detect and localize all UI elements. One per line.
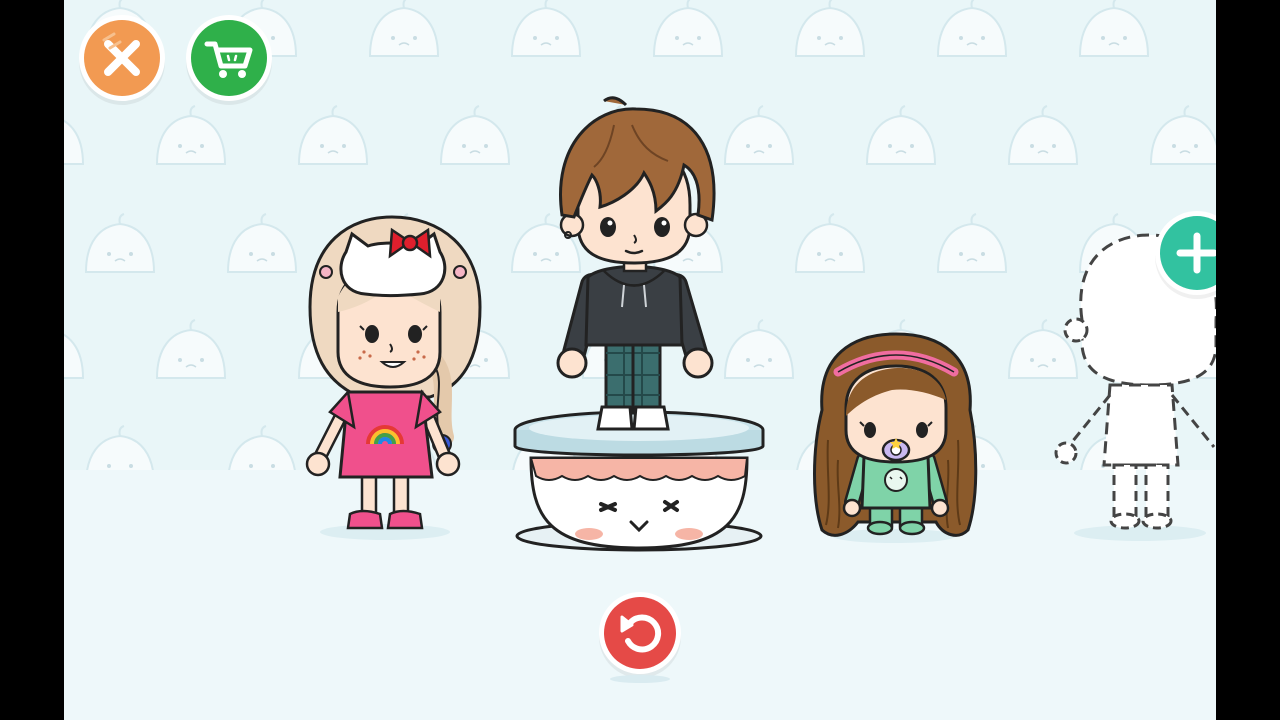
shop-button[interactable] — [191, 20, 267, 96]
toddler-character[interactable] — [808, 330, 988, 545]
add-character-button[interactable] — [1160, 216, 1216, 290]
close-icon — [102, 32, 140, 76]
plus-icon — [1176, 232, 1216, 274]
girl-character[interactable] — [300, 212, 490, 542]
close-button[interactable] — [84, 20, 160, 96]
shopping-cart-icon — [204, 41, 253, 78]
undo-icon — [620, 614, 662, 653]
game-stage — [64, 0, 1216, 720]
boy-character[interactable] — [544, 95, 734, 435]
undo-button-shadow — [610, 675, 670, 683]
undo-button[interactable] — [604, 597, 676, 669]
